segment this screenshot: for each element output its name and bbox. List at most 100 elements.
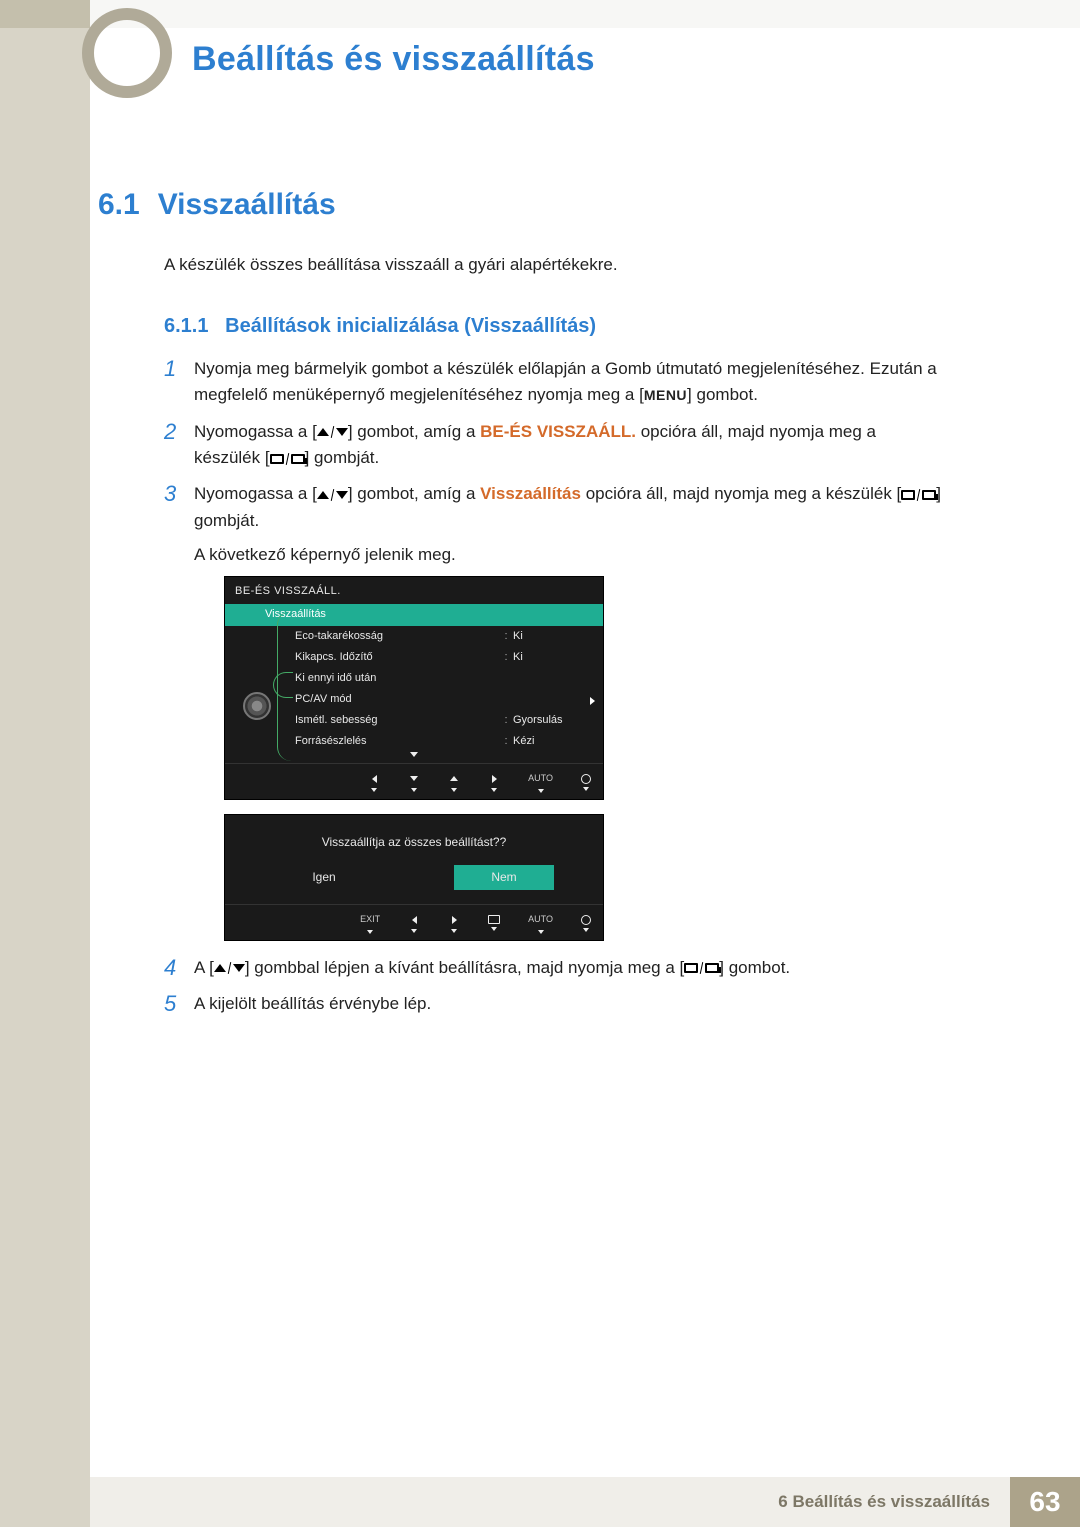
page-number: 63 [1010, 1477, 1080, 1527]
step-text: ] gombot, amíg a [348, 422, 480, 441]
step-text: opcióra áll, majd nyomja meg a készülék … [581, 484, 901, 503]
osd-menu-title: BE-ÉS VISSZAÁLL. [225, 577, 603, 604]
enter-icon [488, 915, 500, 924]
indicator-icon [583, 928, 589, 932]
separator-icon [331, 489, 334, 501]
separator-icon [917, 489, 920, 501]
osd-row-value: Kézi [513, 733, 593, 750]
step-number: 1 [164, 356, 194, 409]
step-text: ] gombot. [687, 385, 758, 404]
up-icon [317, 491, 329, 499]
up-icon [214, 964, 226, 972]
down-icon [336, 491, 348, 499]
osd-row-label: Ismétl. sebesség [295, 712, 499, 729]
step-body: Nyomja meg bármelyik gombot a készülék e… [194, 356, 944, 409]
menu-label: MENU [644, 387, 687, 403]
osd-row-value: Ki [513, 628, 593, 645]
step-3: 3 Nyomogassa a [ ] gombot, amíg a Visszaá… [164, 481, 944, 940]
source-icon [270, 454, 284, 464]
step-text: ] gombot. [719, 958, 790, 977]
indicator-icon [371, 788, 377, 792]
separator-icon [285, 453, 288, 465]
enter-icon [705, 963, 719, 973]
step-body: A kijelölt beállítás érvénybe lép. [194, 991, 431, 1017]
step-body: A [ ] gombbal lépjen a kívánt beállításra… [194, 955, 790, 981]
down-icon [233, 964, 245, 972]
osd-row-label: Eco-takarékosság [295, 628, 499, 645]
top-bar-right [90, 0, 1080, 28]
osd-nav-right [488, 773, 500, 792]
step-body: Nyomogassa a [] gombot, amíg a BE-ÉS VIS… [194, 419, 944, 472]
step-number: 5 [164, 991, 194, 1017]
step-text: ] gombot, amíg a [348, 484, 480, 503]
auto-label: AUTO [528, 772, 553, 786]
osd-colon: : [499, 628, 513, 645]
step-1: 1 Nyomja meg bármelyik gombot a készülék… [164, 356, 944, 409]
up-icon [450, 776, 458, 781]
section-title: Visszaállítás [158, 188, 336, 221]
confirm-question: Visszaállítja az összes beállítást?? [225, 833, 603, 866]
osd-auto-label: AUTO [528, 913, 553, 934]
exit-label: EXIT [360, 913, 380, 927]
osd-confirm-dialog: Visszaállítja az összes beállítást?? Ige… [224, 814, 604, 941]
page-title: Beállítás és visszaállítás [192, 40, 595, 79]
indicator-icon [451, 788, 457, 792]
page-footer: 6 Beállítás és visszaállítás 63 [90, 1477, 1080, 1527]
step-number: 3 [164, 481, 194, 940]
power-icon [581, 774, 591, 784]
step-4: 4 A [] gombbal lépjen a kívánt beállítás… [164, 955, 944, 981]
osd-row-value: Gyorsulás [513, 712, 593, 729]
power-icon [581, 915, 591, 925]
down-icon [410, 752, 418, 757]
indicator-icon [411, 788, 417, 792]
step-number: 2 [164, 419, 194, 472]
step-5: 5 A kijelölt beállítás érvénybe lép. [164, 991, 944, 1017]
separator-icon [228, 962, 231, 974]
indicator-icon [411, 929, 417, 933]
osd-row-label: PC/AV mód [295, 691, 499, 708]
osd-auto-label: AUTO [528, 772, 553, 793]
osd-enter [488, 915, 500, 931]
left-icon [372, 775, 377, 783]
osd-row-label: Kikapcs. Időzítő [295, 649, 499, 666]
osd-nav-left [368, 773, 380, 792]
step-text: A következő képernyő jelenik meg. [194, 545, 456, 564]
indicator-icon [491, 788, 497, 792]
separator-icon [331, 426, 334, 438]
indicator-icon [367, 930, 373, 934]
enter-icon [291, 454, 305, 464]
steps-list: 1 Nyomja meg bármelyik gombot a készülék… [164, 356, 944, 1028]
subsection-number: 6.1.1 [164, 315, 208, 337]
down-icon [410, 776, 418, 781]
step-text: Nyomogassa a [ [194, 484, 317, 503]
indicator-icon [538, 789, 544, 793]
source-icon [684, 963, 698, 973]
enter-icon [922, 490, 936, 500]
osd-colon: : [499, 712, 513, 729]
step-text: Nyomja meg bármelyik gombot a készülék e… [194, 359, 937, 404]
top-bar-left [0, 0, 90, 28]
osd-nav-left [408, 914, 420, 933]
osd-footer: EXIT AUTO [225, 904, 603, 940]
confirm-yes: Igen [274, 865, 374, 890]
osd-nav-down [408, 773, 420, 792]
step-2: 2 Nyomogassa a [] gombot, amíg a BE-ÉS V… [164, 419, 944, 472]
down-icon [336, 428, 348, 436]
osd-power [581, 774, 591, 791]
osd-nav-up [448, 773, 460, 792]
indicator-icon [583, 787, 589, 791]
osd-power [581, 915, 591, 932]
step-text: A [ [194, 958, 214, 977]
subsection-title: Beállítások inicializálása (Visszaállítá… [225, 315, 596, 337]
indicator-icon [451, 929, 457, 933]
menu-option-highlight: Visszaállítás [480, 484, 581, 503]
osd-row-label: Forrásészlelés [295, 733, 499, 750]
indicator-icon [538, 930, 544, 934]
separator-icon [700, 962, 703, 974]
right-icon [452, 916, 457, 924]
section-heading: 6.1Visszaállítás [98, 188, 336, 222]
left-icon [412, 916, 417, 924]
step-text: ] gombbal lépjen a kívánt beállításra, m… [245, 958, 684, 977]
left-sidebar [0, 28, 90, 1527]
osd-footer: AUTO [225, 763, 603, 799]
